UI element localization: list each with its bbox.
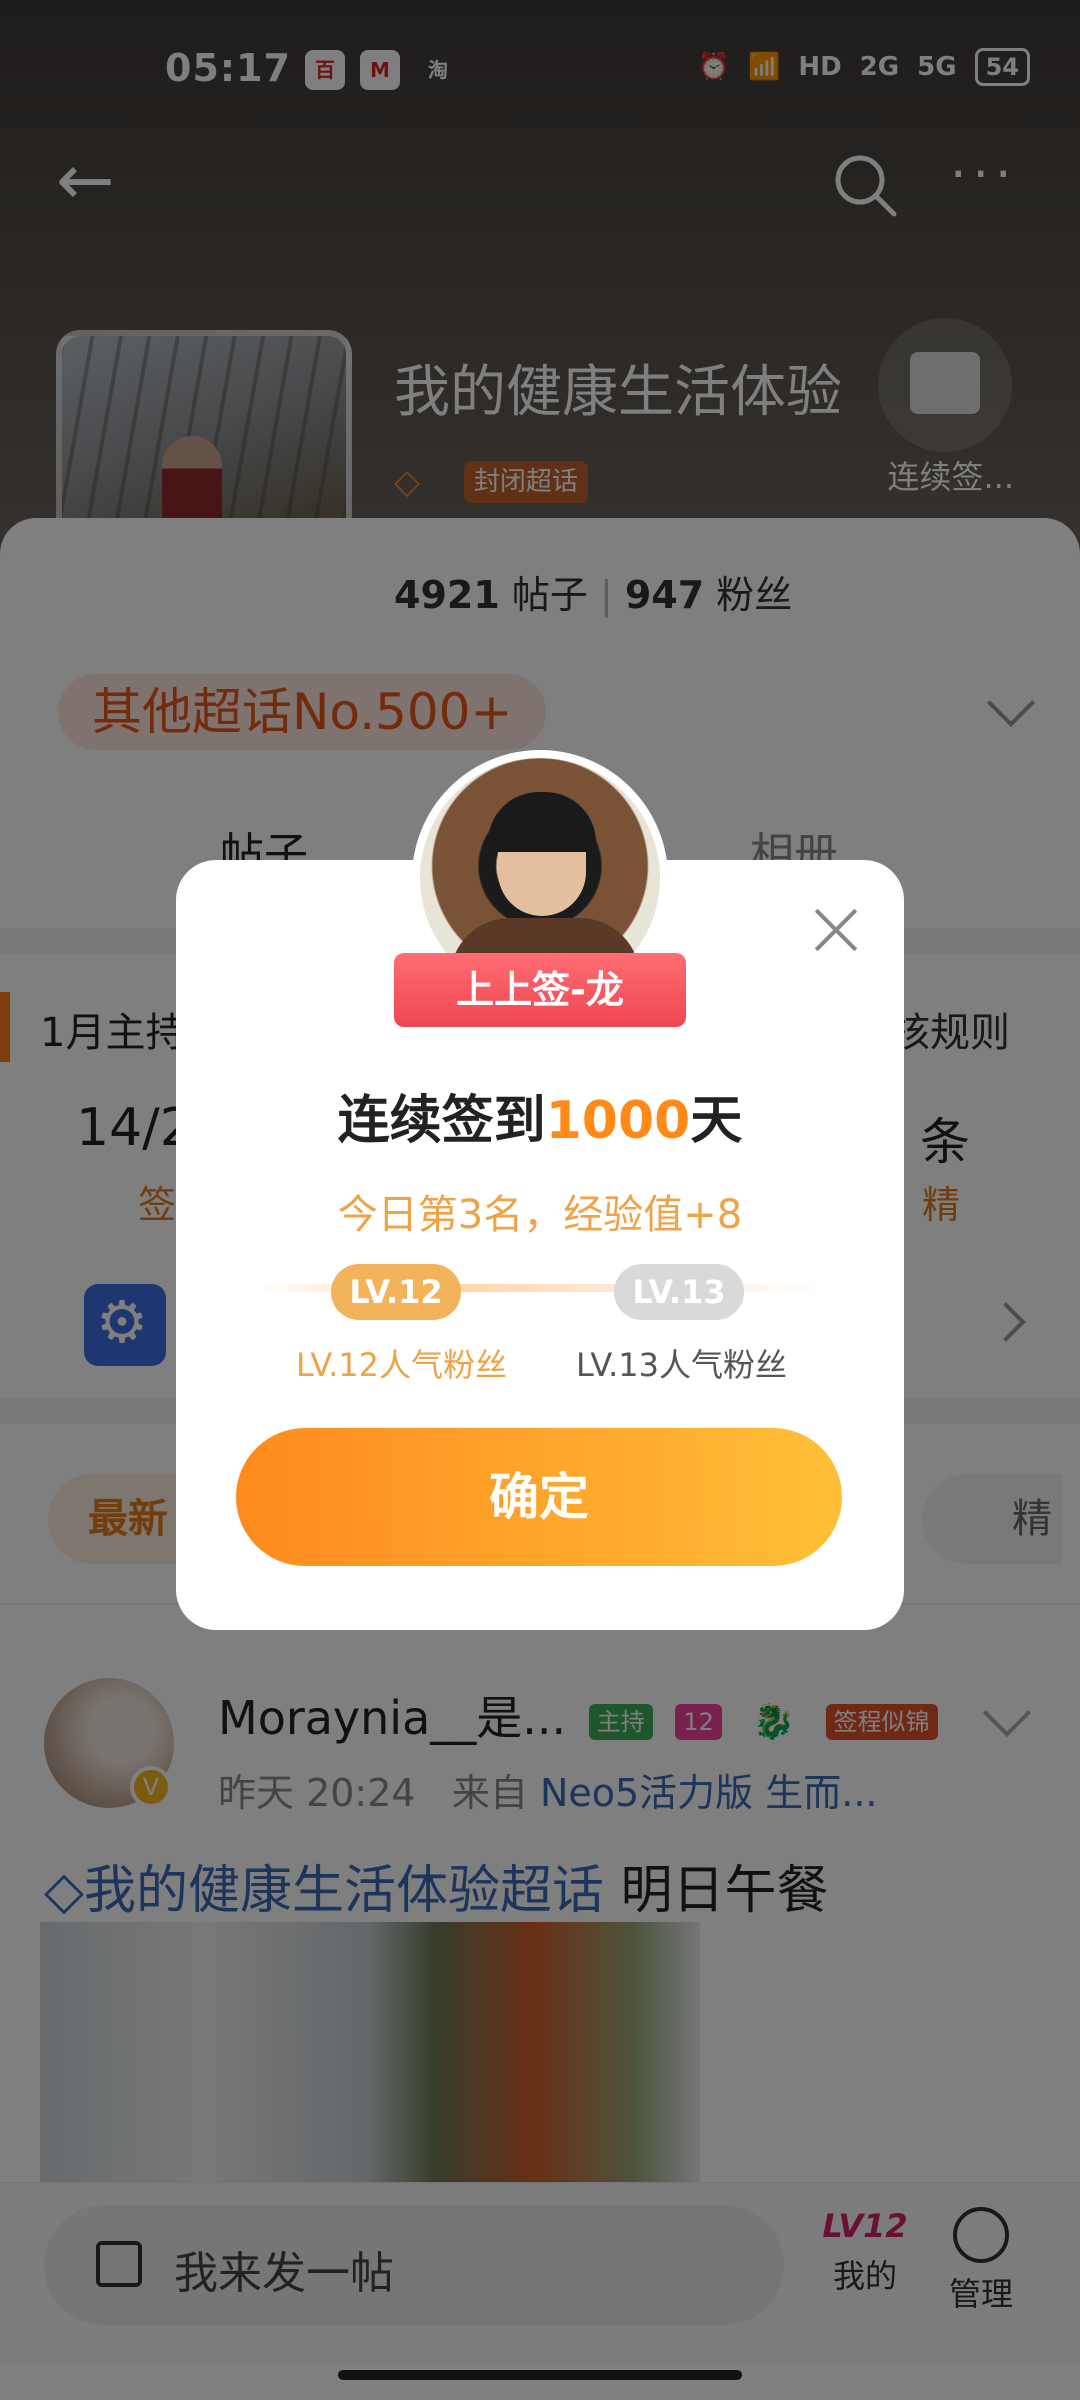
modal-title: 连续签到1000天 (176, 1078, 904, 1153)
fortune-ribbon: 上上签-龙 (394, 953, 686, 1027)
modal-title-prefix: 连续签到 (337, 1091, 546, 1151)
current-level-pill: LV.12 (331, 1264, 461, 1320)
modal-subtitle: 今日第3名，经验值+8 (337, 1192, 743, 1238)
next-level-pill: LV.13 (614, 1264, 744, 1320)
portrait-hair (488, 792, 596, 852)
close-icon[interactable] (808, 902, 864, 958)
modal-title-suffix: 天 (690, 1091, 743, 1151)
current-level-caption: LV.12人气粉丝 (296, 1346, 507, 1384)
streak-days: 1000 (545, 1091, 691, 1151)
next-level-caption: LV.13人气粉丝 (576, 1346, 787, 1384)
confirm-button[interactable]: 确定 (236, 1428, 842, 1566)
